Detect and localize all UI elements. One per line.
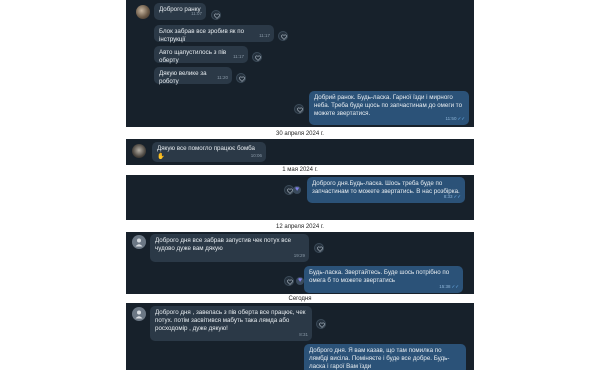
reaction-heart-chip[interactable]: ♥ [296,277,305,285]
avatar[interactable] [132,307,146,321]
message-incoming[interactable]: Доброго дня , завелась з пів оберта все … [150,306,312,341]
message-time: 10:06 [250,153,262,158]
message-incoming[interactable]: Дякую все помогло працює бомба ✋ 10:06 [152,142,266,162]
heart-icon: ♥ [295,186,300,193]
heart-outline-icon[interactable] [284,276,294,286]
user-silhouette-icon [135,310,143,319]
date-separator: 12 апреля 2024 г. [276,224,324,230]
heart-outline-icon[interactable] [211,10,221,20]
avatar[interactable] [136,5,150,19]
user-silhouette-icon [135,238,143,247]
message-time: 8:31 [299,332,308,337]
heart-outline-icon[interactable] [278,31,288,41]
avatar[interactable] [132,235,146,249]
message-text: Доброго дня , завелась з пів оберта все … [155,309,306,332]
double-check-icon: ✓✓ [451,284,459,289]
heart-outline-icon[interactable] [316,319,326,329]
message-text: Авто щапустилось з пів оберту [159,49,227,64]
waving-hand-icon: ✋ [157,153,165,160]
message-text: Добрий ранок. Будь-ласка. Гарної їзди і … [314,94,463,117]
date-separator: 1 мая 2024 г. [282,167,318,173]
date-separator: 30 апреля 2024 г. [276,131,324,137]
reaction-heart-chip[interactable]: ♥ [293,186,302,194]
chat-panel-3: ♥ Доброго дня.Будь-ласка. Шось треба буд… [126,175,474,220]
message-text: Доброго дня все забрав запустив чек поту… [155,237,292,252]
message-time-value: 11:50 [445,116,457,121]
message-text-value: Дякую все помогло працює бомба [157,145,255,152]
message-outgoing[interactable]: Добрий ранок. Будь-ласка. Гарної їзди і … [309,91,469,125]
message-time: 11:50✓✓ [446,115,465,123]
message-outgoing[interactable]: Доброго дня.Будь-ласка. Шось треба буде … [307,177,465,203]
message-time: 11:17 [259,33,270,38]
heart-outline-icon[interactable] [314,243,324,253]
heart-icon: ♥ [298,277,303,284]
message-time: 11:07 [191,11,202,16]
chat-panel-1: Доброго ранку 11:07 Блок забрав все зроб… [126,0,474,127]
double-check-icon: ✓✓ [457,116,465,121]
heart-outline-icon[interactable] [294,104,304,114]
message-incoming[interactable]: Блок забрав все зробив як по інструкції … [154,25,274,43]
message-text: Доброго дня. Я вам казав, що там помилка… [309,347,450,370]
message-text: Будь-ласка. Звертайтесь. Буде шось потрі… [309,269,450,284]
avatar[interactable] [132,144,146,158]
message-text: Доброго дня.Будь-ласка. Шось треба буде … [312,180,460,195]
message-text: Блок забрав все зробив як по інструкції [159,28,245,43]
heart-outline-icon[interactable] [252,52,262,62]
double-check-icon: ✓✓ [453,194,461,199]
message-time: 11:20 [217,75,228,80]
message-outgoing[interactable]: Доброго дня. Я вам казав, що там помилка… [304,344,466,370]
message-outgoing[interactable]: Будь-ласка. Звертайтесь. Буде шось потрі… [304,266,463,293]
message-time: 11:17 [233,54,244,59]
message-time-value: 15:38 [439,284,451,289]
chat-panel-4: Доброго дня все забрав запустив чек поту… [126,232,474,294]
chat-panel-5: Доброго дня , завелась з пів оберта все … [126,303,474,370]
message-incoming[interactable]: Дякую велике за роботу 11:20 [154,67,232,85]
heart-outline-icon[interactable] [236,73,246,83]
message-incoming[interactable]: Авто щапустилось з пів оберту 11:17 [154,46,248,64]
message-time: 19:29 [293,253,305,258]
message-time-value: 8:33 [443,194,453,199]
message-text: Дякую все помогло працює бомба ✋ [157,145,261,161]
chat-panel-2: Дякую все помогло працює бомба ✋ 10:06 [126,139,474,165]
message-time: 15:38✓✓ [439,283,459,291]
message-time: 8:33✓✓ [444,193,461,201]
message-incoming[interactable]: Доброго ранку 11:07 [154,3,206,20]
message-incoming[interactable]: Доброго дня все забрав запустив чек поту… [150,234,309,262]
